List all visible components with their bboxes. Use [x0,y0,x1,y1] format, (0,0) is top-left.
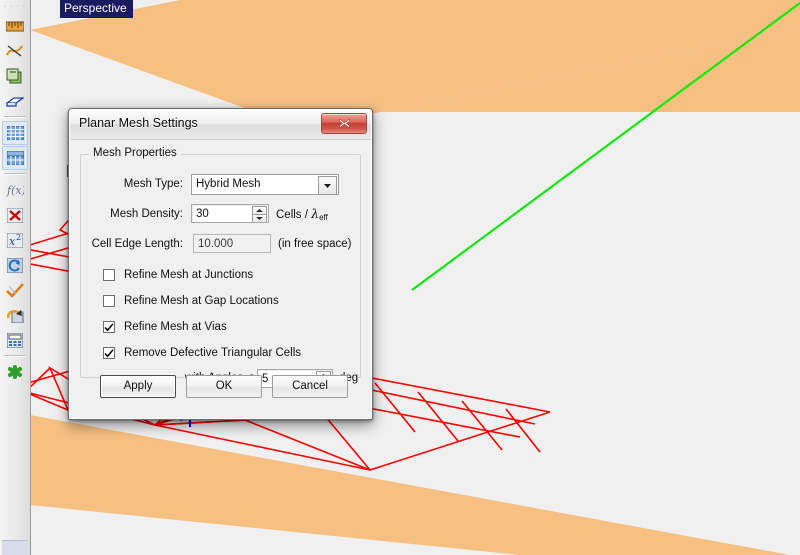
svg-text:x: x [9,235,16,248]
dielectric-strip-lower [30,415,790,555]
delete-x-icon[interactable] [2,203,28,227]
checkbox-refine-vias[interactable]: Refine Mesh at Vias [103,318,227,336]
mesh-density-unit: Cells / λeff [276,203,396,229]
check-mark-icon[interactable] [2,278,28,302]
checkbox-box[interactable] [103,295,115,307]
group-legend: Mesh Properties [89,147,181,159]
bend-icon[interactable] [2,303,28,327]
mesh-properties-group: Mesh Properties Mesh Type: Hybrid Mesh M… [80,154,361,378]
curve-icon[interactable] [2,39,28,63]
checkbox-label: Remove Defective Triangular Cells [124,347,301,359]
stepper-up-icon[interactable] [252,206,267,214]
checkbox-box[interactable] [103,321,115,333]
checkbox-refine-junctions[interactable]: Refine Mesh at Junctions [103,266,253,284]
vertical-tool-palette[interactable]: · · · · f(x) x2 [0,0,31,555]
cell-edge-length-input[interactable]: 10.000 [193,234,271,253]
checkbox-label: Refine Mesh at Junctions [124,269,253,281]
mesh-density-label: Mesh Density: [87,203,183,225]
apply-button[interactable]: Apply [100,375,176,398]
close-icon[interactable] [321,113,367,134]
copy-layer-icon[interactable] [2,64,28,88]
calculator-icon[interactable] [2,328,28,352]
unit-subscript: eff [319,213,328,222]
dialog-title: Planar Mesh Settings [79,116,198,130]
check-icon [104,349,114,358]
mesh-grid-icon[interactable] [2,121,28,145]
toolbar-separator [4,116,26,118]
toolbar-separator [4,173,26,175]
planar-mesh-settings-dialog[interactable]: Planar Mesh Settings Mesh Properties Mes… [68,108,373,420]
mesh-density-stepper[interactable] [252,206,267,223]
refresh-icon[interactable] [2,253,28,277]
toolbar-separator [4,355,26,357]
check-icon [104,323,114,332]
stepper-down-icon[interactable] [252,214,267,223]
svg-text:f(x): f(x) [6,184,24,197]
checkbox-label: Refine Mesh at Gap Locations [124,295,279,307]
angle-value: 5 [262,373,268,385]
checkbox-refine-gaps[interactable]: Refine Mesh at Gap Locations [103,292,279,310]
mesh-density-value: 30 [196,208,209,220]
mesh-type-value: Hybrid Mesh [196,175,261,194]
checkbox-box[interactable] [103,347,115,359]
asterisk-icon[interactable] [2,360,28,384]
svg-text:2: 2 [16,233,21,242]
cell-edge-length-value: 10.000 [198,238,233,250]
mesh-type-select[interactable]: Hybrid Mesh [191,174,339,195]
checkbox-box[interactable] [103,269,115,281]
lambda-symbol: λ [311,206,319,221]
ok-button[interactable]: OK [186,375,262,398]
perspective-view-label: Perspective [60,0,133,18]
function-icon[interactable]: f(x) [2,178,28,202]
mesh-density-input[interactable]: 30 [191,204,269,223]
mesh-type-label: Mesh Type: [87,173,183,195]
toolbar-drag-grip[interactable]: · · · · [0,0,30,13]
unit-prefix: Cells / [276,209,311,221]
extrude-icon[interactable] [2,89,28,113]
cancel-button[interactable]: Cancel [272,375,348,398]
cell-edge-length-note: (in free space) [278,233,408,255]
checkbox-remove-defective[interactable]: Remove Defective Triangular Cells [103,344,301,362]
mesh-grid-alt-icon[interactable] [2,146,28,170]
toolbar-footer [2,540,28,555]
chevron-down-icon[interactable] [318,176,337,195]
dialog-title-bar[interactable]: Planar Mesh Settings [70,110,371,140]
checkbox-label: Refine Mesh at Vias [124,321,227,333]
exponent-icon[interactable]: x2 [2,228,28,252]
ruler-icon[interactable] [2,14,28,38]
cell-edge-length-label: Cell Edge Length: [81,233,183,255]
